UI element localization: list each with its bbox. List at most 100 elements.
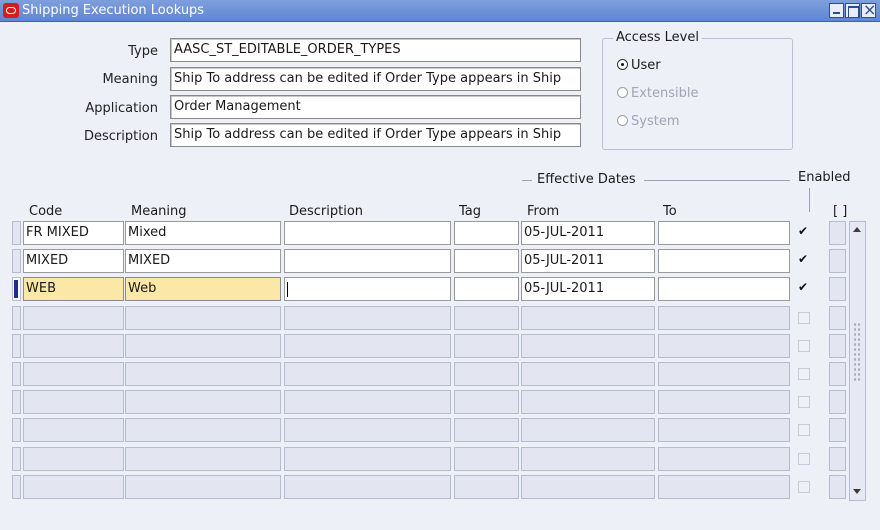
to-cell[interactable] <box>658 447 790 471</box>
enabled-checkbox-icon[interactable] <box>798 340 810 352</box>
tag-cell[interactable] <box>454 277 519 301</box>
code-cell[interactable] <box>23 418 124 442</box>
to-cell[interactable] <box>658 306 790 330</box>
tag-cell[interactable] <box>454 334 519 358</box>
code-cell[interactable] <box>23 306 124 330</box>
code-cell[interactable]: FR MIXED <box>23 221 124 245</box>
meaning-cell[interactable] <box>125 306 281 330</box>
access-level-user-radio[interactable]: User <box>617 58 661 73</box>
from-cell[interactable] <box>521 418 655 442</box>
record-indicator[interactable] <box>12 362 21 386</box>
maximize-icon[interactable] <box>845 3 860 18</box>
code-cell[interactable] <box>23 447 124 471</box>
record-indicator[interactable] <box>12 334 21 358</box>
from-cell[interactable] <box>521 475 655 499</box>
from-cell[interactable] <box>521 334 655 358</box>
description-cell[interactable] <box>284 249 451 273</box>
tag-cell[interactable] <box>454 249 519 273</box>
from-cell[interactable]: 05-JUL-2011 <box>521 249 655 273</box>
vertical-scrollbar[interactable] <box>849 221 866 501</box>
meaning-cell[interactable] <box>125 362 281 386</box>
descriptive-flexfield-cell[interactable] <box>829 221 846 245</box>
meaning-field[interactable]: Ship To address can be edited if Order T… <box>170 67 581 91</box>
to-cell[interactable] <box>658 249 790 273</box>
descriptive-flexfield-cell[interactable] <box>829 447 846 471</box>
tag-cell[interactable] <box>454 418 519 442</box>
enabled-checkbox-checked-icon[interactable] <box>798 252 810 267</box>
enabled-checkbox-icon[interactable] <box>798 396 810 408</box>
meaning-cell[interactable] <box>125 334 281 358</box>
record-indicator[interactable] <box>12 221 21 245</box>
to-cell[interactable] <box>658 475 790 499</box>
descriptive-flexfield-cell[interactable] <box>829 277 846 301</box>
type-field[interactable]: AASC_ST_EDITABLE_ORDER_TYPES <box>170 38 581 62</box>
from-cell[interactable]: 05-JUL-2011 <box>521 277 655 301</box>
from-cell[interactable] <box>521 447 655 471</box>
enabled-checkbox-checked-icon[interactable] <box>798 280 810 295</box>
description-field[interactable]: Ship To address can be edited if Order T… <box>170 123 581 147</box>
description-cell[interactable] <box>284 306 451 330</box>
descriptive-flexfield-cell[interactable] <box>829 390 846 414</box>
record-indicator[interactable] <box>12 418 21 442</box>
descriptive-flexfield-cell[interactable] <box>829 249 846 273</box>
meaning-cell[interactable] <box>125 418 281 442</box>
access-level-extensible-radio[interactable]: Extensible <box>617 86 699 101</box>
enabled-checkbox-checked-icon[interactable] <box>798 224 810 239</box>
minimize-icon[interactable] <box>829 3 844 18</box>
code-cell[interactable]: MIXED <box>23 249 124 273</box>
tag-cell[interactable] <box>454 447 519 471</box>
meaning-cell[interactable]: Web <box>125 277 281 301</box>
record-indicator[interactable] <box>12 447 21 471</box>
tag-cell[interactable] <box>454 390 519 414</box>
code-cell[interactable] <box>23 475 124 499</box>
access-level-system-radio[interactable]: System <box>617 114 679 129</box>
record-indicator[interactable] <box>12 306 21 330</box>
description-cell[interactable] <box>284 418 451 442</box>
application-field[interactable]: Order Management <box>170 95 581 119</box>
meaning-cell[interactable] <box>125 475 281 499</box>
to-cell[interactable] <box>658 418 790 442</box>
from-cell[interactable]: 05-JUL-2011 <box>521 221 655 245</box>
from-cell[interactable] <box>521 306 655 330</box>
from-cell[interactable] <box>521 390 655 414</box>
enabled-checkbox-icon[interactable] <box>798 453 810 465</box>
to-cell[interactable] <box>658 362 790 386</box>
description-cell[interactable] <box>284 221 451 245</box>
tag-cell[interactable] <box>454 306 519 330</box>
current-record-indicator[interactable] <box>12 277 21 301</box>
code-cell[interactable] <box>23 362 124 386</box>
meaning-cell[interactable]: Mixed <box>125 221 281 245</box>
description-cell[interactable] <box>284 277 451 301</box>
description-cell[interactable] <box>284 334 451 358</box>
descriptive-flexfield-cell[interactable] <box>829 418 846 442</box>
record-indicator[interactable] <box>12 249 21 273</box>
tag-cell[interactable] <box>454 221 519 245</box>
tag-cell[interactable] <box>454 362 519 386</box>
record-indicator[interactable] <box>12 475 21 499</box>
tag-cell[interactable] <box>454 475 519 499</box>
enabled-checkbox-icon[interactable] <box>798 481 810 493</box>
description-cell[interactable] <box>284 447 451 471</box>
enabled-checkbox-icon[interactable] <box>798 368 810 380</box>
to-cell[interactable] <box>658 334 790 358</box>
close-icon[interactable] <box>861 0 876 19</box>
enabled-checkbox-icon[interactable] <box>798 312 810 324</box>
record-indicator[interactable] <box>12 390 21 414</box>
descriptive-flexfield-cell[interactable] <box>829 362 846 386</box>
meaning-cell[interactable] <box>125 390 281 414</box>
to-cell[interactable] <box>658 390 790 414</box>
to-cell[interactable] <box>658 221 790 245</box>
descriptive-flexfield-cell[interactable] <box>829 475 846 499</box>
to-cell[interactable] <box>658 277 790 301</box>
descriptive-flexfield-cell[interactable] <box>829 306 846 330</box>
code-cell[interactable] <box>23 334 124 358</box>
description-cell[interactable] <box>284 362 451 386</box>
from-cell[interactable] <box>521 362 655 386</box>
code-cell[interactable]: WEB <box>23 277 124 301</box>
description-cell[interactable] <box>284 390 451 414</box>
code-cell[interactable] <box>23 390 124 414</box>
scroll-down-icon[interactable] <box>850 484 865 499</box>
descriptive-flexfield-cell[interactable] <box>829 334 846 358</box>
scroll-up-icon[interactable] <box>850 223 865 238</box>
meaning-cell[interactable] <box>125 447 281 471</box>
